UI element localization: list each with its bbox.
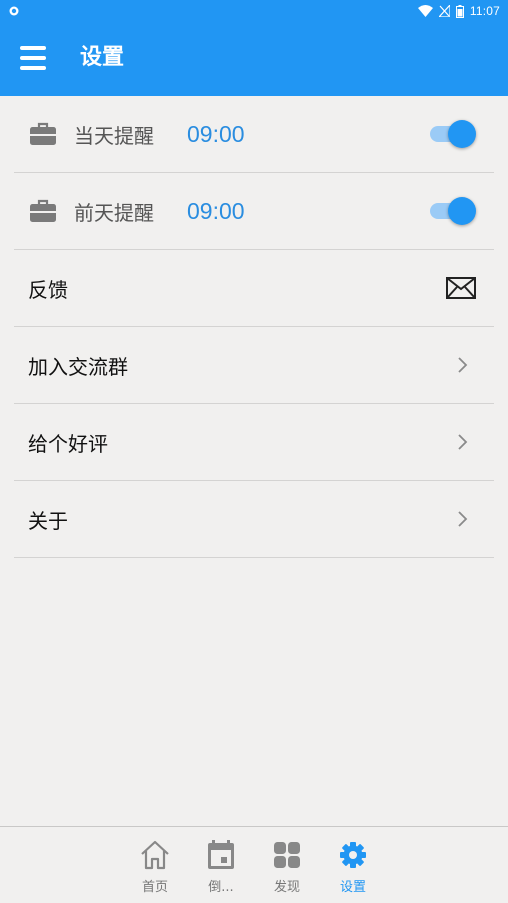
battery-icon — [455, 4, 464, 18]
reminder-label: 当天提醒 — [74, 123, 154, 148]
gear-icon — [340, 842, 366, 868]
nav-item-countdown[interactable]: 倒... — [196, 839, 246, 899]
nav-label: 倒... — [208, 880, 234, 895]
toggle-thumb — [448, 120, 476, 148]
join-group-row[interactable]: 加入交流群 — [14, 327, 494, 404]
rate-app-row[interactable]: 给个好评 — [14, 404, 494, 481]
reminder-row-same-day: 当天提醒 09:00 — [14, 96, 494, 173]
reminder-time[interactable]: 09:00 — [187, 198, 245, 225]
page-title: 设置 — [80, 45, 125, 70]
nav-label: 设置 — [339, 880, 366, 895]
grid-icon — [274, 842, 300, 868]
bottom-nav: 首页 倒... 发现 设置 — [0, 826, 508, 903]
nav-item-discover[interactable]: 发现 — [262, 839, 312, 899]
reminder-row-day-before: 前天提醒 09:00 — [14, 173, 494, 250]
feedback-label: 反馈 — [28, 277, 68, 302]
nav-item-home[interactable]: 首页 — [130, 839, 180, 899]
briefcase-icon — [30, 122, 56, 145]
mail-icon — [446, 277, 476, 299]
nav-item-settings[interactable]: 设置 — [328, 839, 378, 899]
nav-label: 首页 — [141, 880, 168, 895]
no-signal-icon — [438, 5, 450, 17]
reminder-time[interactable]: 09:00 — [187, 121, 245, 148]
about-label: 关于 — [28, 508, 68, 533]
join-group-label: 加入交流群 — [28, 354, 128, 379]
app-bar: 设置 — [0, 22, 508, 96]
calendar-icon — [208, 840, 234, 869]
status-bar: 11:07 — [0, 0, 508, 22]
menu-button[interactable] — [20, 44, 46, 72]
chevron-right-icon — [458, 434, 468, 450]
nav-label: 发现 — [273, 880, 300, 895]
status-time: 11:07 — [469, 4, 500, 18]
rate-app-label: 给个好评 — [28, 431, 108, 456]
toggle-thumb — [448, 197, 476, 225]
chevron-right-icon — [458, 357, 468, 373]
settings-list: 当天提醒 09:00 前天提醒 09:00 反馈 加入交流群 给个好评 关于 — [14, 96, 494, 558]
home-icon — [141, 840, 169, 870]
notification-app-icon — [9, 6, 19, 16]
chevron-right-icon — [458, 511, 468, 527]
briefcase-icon — [30, 199, 56, 222]
reminder-toggle[interactable] — [430, 197, 476, 225]
feedback-row[interactable]: 反馈 — [14, 250, 494, 327]
reminder-label: 前天提醒 — [74, 200, 154, 225]
reminder-toggle[interactable] — [430, 120, 476, 148]
about-row[interactable]: 关于 — [14, 481, 494, 558]
wifi-icon — [417, 5, 433, 17]
